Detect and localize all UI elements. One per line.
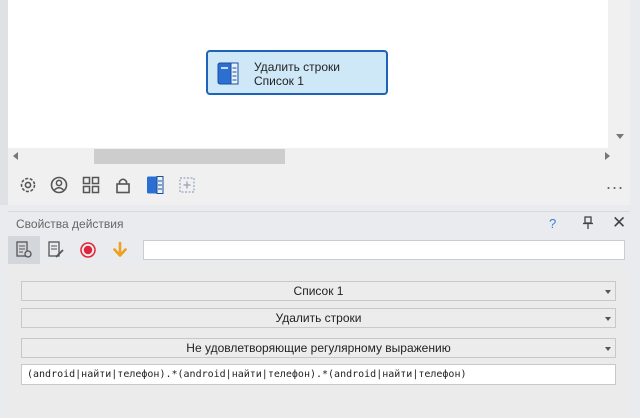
panel-title: Свойства действия (16, 217, 124, 231)
scroll-left-icon[interactable] (13, 152, 18, 160)
mode-select-value: Не удовлетворяющие регулярному выражению (186, 341, 451, 355)
action-block-subtitle: Список 1 (254, 74, 304, 88)
action-block-title: Удалить строки (254, 60, 340, 74)
panel-header: Свойства действия ? ✕ (8, 211, 630, 236)
canvas-toolbar: ... (8, 165, 630, 205)
scroll-right-icon[interactable] (605, 152, 610, 160)
arrow-down-icon[interactable] (111, 241, 129, 259)
workflow-canvas[interactable]: Удалить строки Список 1 (8, 0, 630, 148)
close-panel-button[interactable]: ✕ (612, 213, 626, 233)
lock-icon[interactable] (113, 175, 133, 195)
scroll-down-icon[interactable] (616, 134, 624, 139)
list-book-icon[interactable] (145, 175, 165, 195)
panel-toolbar (8, 236, 630, 264)
scrollbar-thumb[interactable] (94, 149, 285, 164)
record-icon[interactable] (79, 241, 97, 259)
horizontal-scrollbar[interactable] (8, 148, 610, 165)
regex-input[interactable]: (android|найти|телефон).*(android|найти|… (21, 364, 616, 385)
help-button[interactable]: ? (549, 216, 556, 231)
list-select[interactable]: Список 1 (21, 281, 616, 301)
user-circle-icon[interactable] (49, 175, 69, 195)
canvas-left-edge (0, 0, 8, 205)
pin-icon[interactable] (582, 216, 594, 230)
add-block-icon[interactable] (177, 175, 197, 195)
chevron-down-icon (605, 347, 611, 351)
chevron-down-icon (605, 290, 611, 294)
edit-tab-icon[interactable] (47, 241, 65, 259)
search-input[interactable] (143, 240, 625, 260)
more-options-button[interactable]: ... (606, 173, 624, 194)
vertical-scrollbar[interactable] (608, 0, 630, 165)
list-book-icon (217, 62, 239, 85)
action-select-value: Удалить строки (275, 311, 362, 325)
settings-icon[interactable] (18, 175, 38, 195)
mode-select[interactable]: Не удовлетворяющие регулярному выражению (21, 338, 616, 358)
action-block-delete-lines[interactable]: Удалить строки Список 1 (206, 50, 388, 95)
properties-panel: Список 1 Удалить строки Не удовлетворяющ… (8, 265, 630, 418)
tab-properties[interactable] (8, 236, 40, 264)
properties-tab-icon (16, 241, 32, 258)
chevron-down-icon (605, 317, 611, 321)
list-select-value: Список 1 (293, 284, 344, 298)
grid-icon[interactable] (81, 175, 101, 195)
action-select[interactable]: Удалить строки (21, 308, 616, 328)
